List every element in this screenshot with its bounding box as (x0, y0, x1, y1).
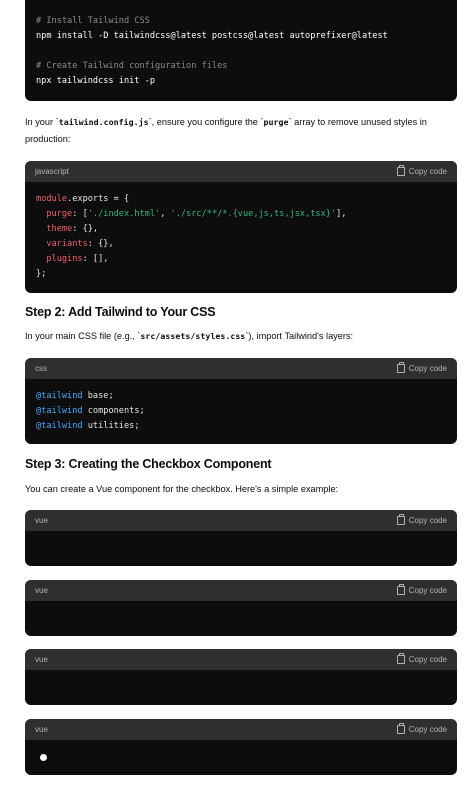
code-block-header: vue Copy code (25, 580, 457, 601)
code-content: # Install Tailwind CSS npm install -D ta… (36, 16, 388, 86)
code-content: module.exports = { purge: ['./index.html… (36, 194, 347, 279)
paragraph-purge: In your `tailwind.config.js`, ensure you… (25, 117, 427, 144)
code-language-label: vue (35, 586, 48, 595)
copy-code-button[interactable]: Copy code (396, 362, 447, 373)
copy-code-button[interactable]: Copy code (396, 584, 447, 595)
copy-icon (396, 514, 405, 525)
code-block-vue: vue Copy code (25, 649, 457, 705)
streaming-cursor-icon (40, 754, 47, 761)
step-3-heading: Step 3: Creating the Checkbox Component (25, 457, 272, 471)
code-language-label: vue (35, 655, 48, 664)
code-block-shell: # Install Tailwind CSS npm install -D ta… (25, 0, 457, 101)
paragraph-css-file: In your main CSS file (e.g., `src/assets… (25, 331, 354, 341)
code-block-header: css Copy code (25, 358, 457, 379)
code-block-javascript: javascript Copy code module.exports = { … (25, 161, 457, 293)
copy-icon (396, 723, 405, 734)
code-language-label: vue (35, 516, 48, 525)
copy-code-button[interactable]: Copy code (396, 653, 447, 664)
code-block-header: vue Copy code (25, 649, 457, 670)
code-language-label: javascript (35, 167, 69, 176)
copy-code-button[interactable]: Copy code (396, 514, 447, 525)
step-2-heading: Step 2: Add Tailwind to Your CSS (25, 305, 216, 319)
code-language-label: css (35, 364, 47, 373)
code-block-header: vue Copy code (25, 719, 457, 740)
code-block-css: css Copy code @tailwind base; @tailwind … (25, 358, 457, 444)
paragraph-vue-component: You can create a Vue component for the c… (25, 484, 339, 494)
code-block-vue: vue Copy code (25, 580, 457, 636)
code-block-header: javascript Copy code (25, 161, 457, 182)
copy-icon (396, 653, 405, 664)
code-block-header: vue Copy code (25, 510, 457, 531)
copy-icon (396, 584, 405, 595)
code-block-vue: vue Copy code (25, 510, 457, 566)
copy-code-button[interactable]: Copy code (396, 165, 447, 176)
code-block-vue: vue Copy code (25, 719, 457, 775)
copy-icon (396, 165, 405, 176)
copy-icon (396, 362, 405, 373)
code-language-label: vue (35, 725, 48, 734)
copy-code-button[interactable]: Copy code (396, 723, 447, 734)
code-content: @tailwind base; @tailwind components; @t… (36, 391, 145, 431)
